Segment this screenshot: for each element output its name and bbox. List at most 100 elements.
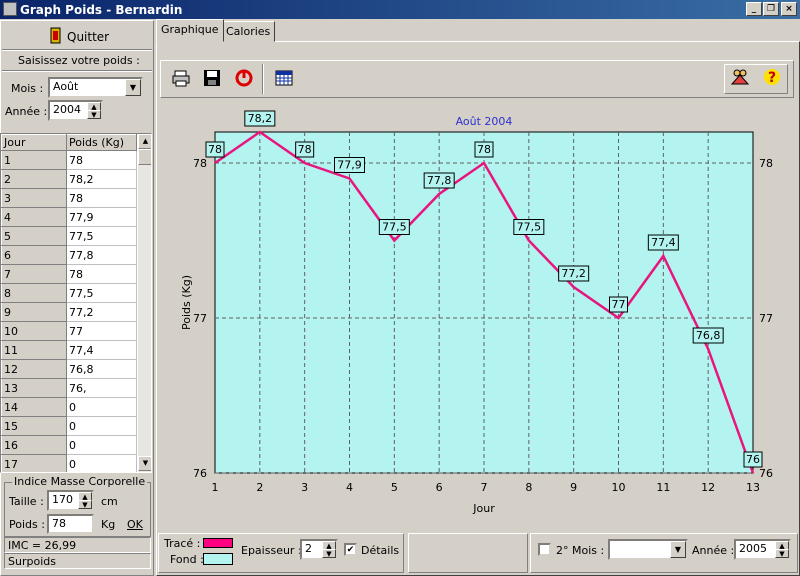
trace-label: Tracé : [164, 537, 201, 550]
spin-down-icon[interactable]: ▼ [322, 549, 336, 558]
row-day-cell: 16 [1, 435, 67, 455]
row-weight-cell[interactable]: 77,5 [66, 283, 137, 303]
close-button[interactable]: × [781, 2, 797, 16]
empty-panel [408, 533, 528, 573]
scroll-thumb[interactable] [138, 149, 151, 165]
poids-field[interactable]: 78 [47, 514, 94, 534]
year-spinner[interactable]: 2004 ▲ ▼ [48, 100, 103, 121]
column-header-jour[interactable]: Jour [1, 134, 67, 151]
table-row[interactable]: 14 0 [1, 397, 137, 417]
second-month-select[interactable]: ▼ [608, 539, 688, 560]
row-weight-cell[interactable]: 77,4 [66, 340, 137, 360]
row-day-cell: 14 [1, 397, 67, 417]
row-weight-cell[interactable]: 77,9 [66, 207, 137, 227]
table-row[interactable]: 3 78 [1, 188, 137, 208]
scroll-up-icon[interactable]: ▲ [138, 134, 151, 149]
row-weight-cell[interactable]: 0 [66, 416, 137, 436]
y-tick-label-right: 78 [759, 157, 773, 170]
scroll-down-icon[interactable]: ▼ [138, 456, 151, 471]
weight-table[interactable]: Jour Poids (Kg) 1 78 2 78,2 3 78 4 77,9 5 77,5 6 77… [0, 133, 152, 473]
row-weight-cell[interactable]: 77,5 [66, 226, 137, 246]
ok-button[interactable]: OK [127, 518, 143, 531]
x-tick-label: 13 [746, 481, 760, 494]
table-row[interactable]: 11 77,4 [1, 340, 137, 360]
row-weight-cell[interactable]: 77 [66, 321, 137, 341]
data-label: 77,8 [427, 174, 452, 187]
details-checkbox[interactable]: ✔ [344, 543, 357, 556]
row-weight-cell[interactable]: 77,2 [66, 302, 137, 322]
x-tick-label: 8 [525, 481, 532, 494]
table-row[interactable]: 2 78,2 [1, 169, 137, 189]
imc-status: Surpoids [4, 553, 151, 569]
column-header-poids[interactable]: Poids (Kg) [66, 134, 137, 151]
row-weight-cell[interactable]: 77,8 [66, 245, 137, 265]
data-label: 78,2 [248, 112, 273, 125]
y-tick-label-right: 76 [759, 467, 773, 480]
chart-title: Août 2004 [456, 115, 513, 128]
restore-button[interactable]: ❐ [763, 2, 779, 16]
y-axis-label: Poids (Kg) [180, 275, 193, 330]
row-weight-cell[interactable]: 76, [66, 378, 137, 398]
spin-down-icon[interactable]: ▼ [775, 549, 789, 558]
data-label: 76 [746, 453, 760, 466]
table-row[interactable]: 9 77,2 [1, 302, 137, 322]
table-row[interactable]: 6 77,8 [1, 245, 137, 265]
trace-color-swatch[interactable] [203, 538, 233, 548]
row-weight-cell[interactable]: 0 [66, 454, 137, 472]
table-row[interactable]: 12 76,8 [1, 359, 137, 379]
row-day-cell: 6 [1, 245, 67, 265]
taille-spinner[interactable]: 170 ▲ ▼ [47, 490, 94, 511]
table-row[interactable]: 4 77,9 [1, 207, 137, 227]
calendar-icon[interactable] [272, 66, 296, 90]
row-day-cell: 9 [1, 302, 67, 322]
data-label: 77,4 [651, 236, 676, 249]
data-label: 77,5 [382, 221, 407, 234]
svg-text:?: ? [768, 70, 776, 86]
printer-icon[interactable] [169, 66, 193, 90]
spin-down-icon[interactable]: ▼ [78, 500, 92, 509]
table-row[interactable]: 8 77,5 [1, 283, 137, 303]
row-day-cell: 4 [1, 207, 67, 227]
row-weight-cell[interactable]: 78 [66, 188, 137, 208]
fond-color-swatch[interactable] [203, 553, 233, 565]
chevron-down-icon[interactable]: ▼ [670, 541, 686, 558]
month-select[interactable]: Août ▼ [48, 77, 143, 98]
users-icon[interactable] [728, 67, 752, 91]
table-row[interactable]: 10 77 [1, 321, 137, 341]
epaisseur-spinner[interactable]: 2 ▲ ▼ [300, 539, 338, 560]
row-weight-cell[interactable]: 0 [66, 397, 137, 417]
power-icon[interactable] [232, 66, 256, 90]
table-row[interactable]: 7 78 [1, 264, 137, 284]
toolbar-separator [262, 64, 264, 94]
tab-calories[interactable]: Calories [221, 21, 276, 42]
annee-spinner[interactable]: 2005 ▲ ▼ [734, 539, 791, 560]
row-weight-cell[interactable]: 0 [66, 435, 137, 455]
help-icon[interactable]: ? [760, 67, 784, 91]
table-row[interactable]: 1 78 [1, 150, 137, 170]
imc-result: IMC = 26,99 [4, 537, 151, 553]
row-weight-cell[interactable]: 78,2 [66, 169, 137, 189]
minimize-button[interactable]: _ [746, 2, 762, 16]
table-row[interactable]: 17 0 [1, 454, 137, 472]
spin-down-icon[interactable]: ▼ [87, 110, 101, 119]
table-row[interactable]: 15 0 [1, 416, 137, 436]
row-weight-cell[interactable]: 78 [66, 150, 137, 170]
chevron-down-icon[interactable]: ▼ [125, 79, 141, 96]
table-scrollbar[interactable]: ▲ ▼ [138, 134, 151, 472]
second-month-checkbox[interactable] [538, 543, 551, 556]
table-row[interactable]: 16 0 [1, 435, 137, 455]
x-tick-label: 3 [301, 481, 308, 494]
table-row[interactable]: 5 77,5 [1, 226, 137, 246]
table-row[interactable]: 13 76, [1, 378, 137, 398]
quit-button[interactable]: Quitter [67, 30, 109, 44]
row-weight-cell[interactable]: 78 [66, 264, 137, 284]
save-icon[interactable] [200, 66, 224, 90]
x-tick-label: 12 [701, 481, 715, 494]
app-icon [3, 2, 17, 16]
row-weight-cell[interactable]: 76,8 [66, 359, 137, 379]
epaisseur-label: Epaisseur : [241, 544, 302, 557]
exit-door-icon[interactable] [48, 26, 68, 46]
row-day-cell: 1 [1, 150, 67, 170]
tab-graphique[interactable]: Graphique [156, 19, 224, 42]
x-tick-label: 7 [481, 481, 488, 494]
